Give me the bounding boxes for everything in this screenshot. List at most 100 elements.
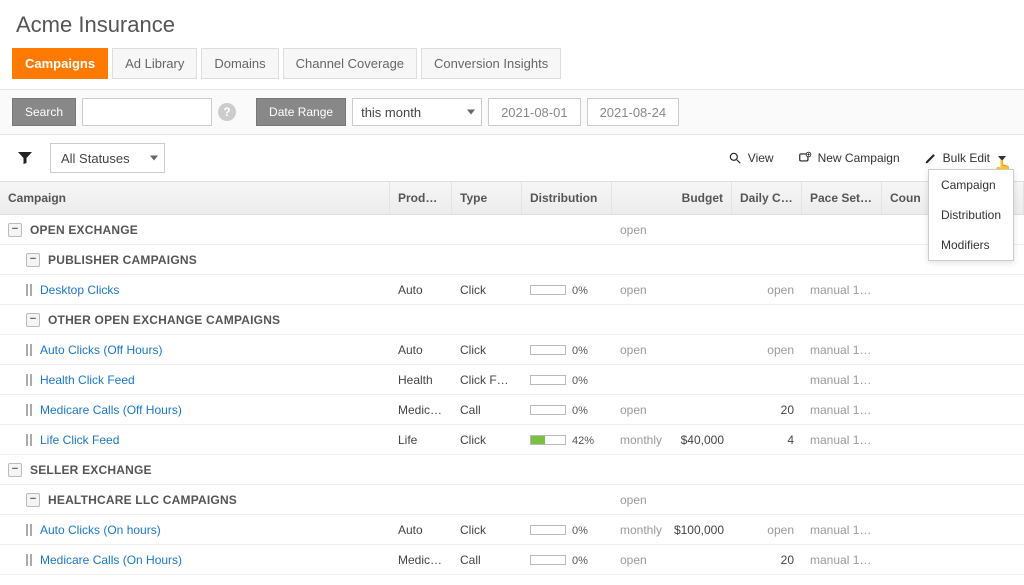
drag-handle-icon[interactable] — [26, 524, 32, 536]
table-row: −PUBLISHER CAMPAIGNS — [0, 245, 1024, 275]
col-header-distribution[interactable]: Distribution — [522, 182, 612, 214]
cell-pace-setting: manual 100% — [802, 336, 882, 364]
campaign-grid: Campaign Product Type Distribution Budge… — [0, 181, 1024, 575]
help-icon[interactable]: ? — [218, 103, 236, 121]
collapse-icon[interactable]: − — [26, 493, 40, 507]
date-range-select[interactable]: this month — [352, 98, 482, 126]
group-name: PUBLISHER CAMPAIGNS — [48, 253, 197, 267]
cell-distribution — [612, 253, 732, 267]
pencil-icon — [924, 152, 937, 165]
table-row: −OTHER OPEN EXCHANGE CAMPAIGNS — [0, 305, 1024, 335]
col-header-type[interactable]: Type — [452, 182, 522, 214]
col-header-pace-setting[interactable]: Pace Setting — [802, 182, 882, 214]
cell-progress: 0% — [522, 396, 612, 424]
cell-x — [980, 523, 1024, 537]
table-row: Auto Clicks (On hours)AutoClick0%monthly… — [0, 515, 1024, 545]
campaign-link[interactable]: Desktop Clicks — [40, 283, 119, 297]
bulk-edit-menu: Campaign Distribution Modifiers — [928, 169, 1014, 261]
budget-value: $100,000 — [674, 523, 724, 537]
drag-handle-icon[interactable] — [26, 374, 32, 386]
col-header-budget[interactable]: Budget — [612, 182, 732, 214]
cell-product: Auto — [390, 336, 452, 364]
collapse-icon[interactable]: − — [8, 463, 22, 477]
cell-type — [452, 463, 522, 477]
cell-progress — [522, 313, 612, 327]
cell-distribution — [612, 463, 732, 477]
progress-percent: 0% — [572, 555, 588, 567]
cell-pace-setting: manual 100% — [802, 546, 882, 574]
drag-handle-icon[interactable] — [26, 344, 32, 356]
view-button[interactable]: View — [722, 147, 780, 169]
tabs: Campaigns Ad Library Domains Channel Cov… — [0, 44, 1024, 90]
date-to-input[interactable]: 2021-08-24 — [587, 98, 680, 126]
col-header-campaign[interactable]: Campaign — [0, 182, 390, 214]
collapse-icon[interactable]: − — [8, 223, 22, 237]
cell-distribution: monthly$100,000 — [612, 516, 732, 544]
table-row: −OPEN EXCHANGEopen — [0, 215, 1024, 245]
tab-channel-coverage[interactable]: Channel Coverage — [283, 48, 417, 79]
cell-pace-setting — [802, 253, 882, 267]
campaign-link[interactable]: Life Click Feed — [40, 433, 119, 447]
cell-progress — [522, 253, 612, 267]
cell-x — [980, 493, 1024, 507]
cell-daily-cap — [732, 373, 802, 387]
cell-distribution: open — [612, 276, 732, 304]
tab-conversion-insights[interactable]: Conversion Insights — [421, 48, 561, 79]
group-name: OTHER OPEN EXCHANGE CAMPAIGNS — [48, 313, 280, 327]
cell-distribution: monthly$40,000 — [612, 426, 732, 454]
bulk-edit-menu-campaign[interactable]: Campaign — [929, 170, 1013, 200]
cell-x — [980, 343, 1024, 357]
bulk-edit-menu-distribution[interactable]: Distribution — [929, 200, 1013, 230]
cell-progress: 0% — [522, 516, 612, 544]
cell-type: Click — [452, 426, 522, 454]
cell-product — [390, 313, 452, 327]
cell-type — [452, 223, 522, 237]
cell-count — [882, 493, 980, 507]
cell-type: Call — [452, 546, 522, 574]
cell-product: Auto — [390, 276, 452, 304]
col-header-product[interactable]: Product — [390, 182, 452, 214]
campaign-link[interactable]: Auto Clicks (Off Hours) — [40, 343, 162, 357]
status-filter-select[interactable]: All Statuses — [50, 143, 165, 173]
table-row: −SELLER EXCHANGE — [0, 455, 1024, 485]
campaign-link[interactable]: Auto Clicks (On hours) — [40, 523, 161, 537]
progress-percent: 0% — [572, 345, 588, 357]
toolbar: Search ? Date Range this month 2021-08-0… — [0, 90, 1024, 135]
drag-handle-icon[interactable] — [26, 404, 32, 416]
cell-pace-setting: manual 100% — [802, 276, 882, 304]
chevron-down-icon — [150, 156, 158, 161]
cell-daily-cap: 20 — [732, 546, 802, 574]
cell-progress: 0% — [522, 276, 612, 304]
cell-pace-setting: manual 100% — [802, 426, 882, 454]
new-campaign-button[interactable]: New Campaign — [792, 147, 906, 169]
filter-icon[interactable] — [12, 145, 38, 171]
cell-progress: 42% — [522, 426, 612, 454]
cell-progress: 0% — [522, 366, 612, 394]
campaign-link[interactable]: Medicare Calls (On Hours) — [40, 553, 182, 567]
status-filter-value: All Statuses — [61, 151, 130, 166]
drag-handle-icon[interactable] — [26, 554, 32, 566]
search-icon — [728, 151, 742, 165]
search-input[interactable] — [82, 98, 212, 126]
tab-ad-library[interactable]: Ad Library — [112, 48, 197, 79]
campaign-link[interactable]: Health Click Feed — [40, 373, 135, 387]
bulk-edit-menu-modifiers[interactable]: Modifiers — [929, 230, 1013, 260]
cell-product: Health — [390, 366, 452, 394]
date-range-button[interactable]: Date Range — [256, 98, 346, 126]
table-row: Medicare Calls (Off Hours)MedicareCall0%… — [0, 395, 1024, 425]
tab-campaigns[interactable]: Campaigns — [12, 48, 108, 79]
tab-domains[interactable]: Domains — [201, 48, 278, 79]
collapse-icon[interactable]: − — [26, 313, 40, 327]
cell-type: Call — [452, 396, 522, 424]
drag-handle-icon[interactable] — [26, 434, 32, 446]
search-button[interactable]: Search — [12, 98, 76, 126]
drag-handle-icon[interactable] — [26, 284, 32, 296]
date-from-input[interactable]: 2021-08-01 — [488, 98, 581, 126]
col-header-daily-cap[interactable]: Daily Cap — [732, 182, 802, 214]
bulk-edit-button[interactable]: Bulk Edit — [918, 147, 1012, 169]
collapse-icon[interactable]: − — [26, 253, 40, 267]
cell-progress — [522, 463, 612, 477]
cell-pace-setting — [802, 223, 882, 237]
cell-daily-cap — [732, 493, 802, 507]
campaign-link[interactable]: Medicare Calls (Off Hours) — [40, 403, 182, 417]
